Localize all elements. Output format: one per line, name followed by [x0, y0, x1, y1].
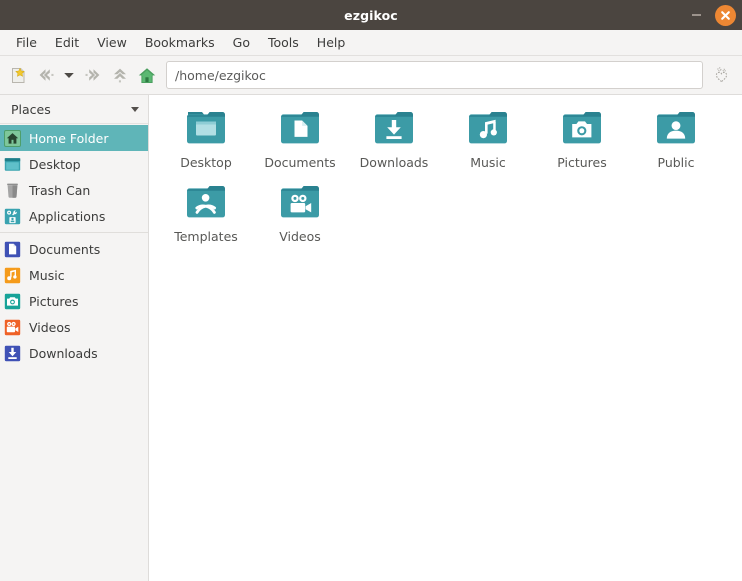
- minimize-icon: [691, 14, 701, 16]
- window-title: ezgikoc: [344, 7, 398, 23]
- folder-downloads-icon: [370, 107, 418, 151]
- path-input[interactable]: /home/ezgikoc: [166, 61, 703, 89]
- menu-file[interactable]: File: [7, 32, 46, 53]
- menu-bookmarks[interactable]: Bookmarks: [136, 32, 224, 53]
- chevron-down-icon: [131, 106, 139, 112]
- new-tab-icon: [12, 67, 25, 83]
- file-item-label: Templates: [174, 229, 238, 244]
- menu-go[interactable]: Go: [224, 32, 259, 53]
- home-button[interactable]: [134, 62, 159, 88]
- bookmark-add-icon: [715, 66, 728, 82]
- menu-edit[interactable]: Edit: [46, 32, 88, 53]
- file-item-documents[interactable]: Documents: [253, 105, 347, 179]
- places-header-label: Places: [11, 101, 51, 117]
- toolbar: /home/ezgikoc: [0, 56, 742, 95]
- sidebar-item-applications[interactable]: Applications: [0, 203, 148, 229]
- forward-button[interactable]: [80, 62, 105, 88]
- folder-documents-icon: [276, 107, 324, 151]
- minimize-button[interactable]: [687, 6, 705, 24]
- bookmark-add-button[interactable]: [709, 62, 734, 88]
- folder-pictures-icon: [558, 107, 606, 151]
- home-icon: [4, 129, 21, 147]
- menu-help[interactable]: Help: [308, 32, 355, 53]
- file-item-label: Pictures: [557, 155, 607, 170]
- new-tab-button[interactable]: [6, 62, 31, 88]
- sidebar-item-documents[interactable]: Documents: [0, 236, 148, 262]
- history-dropdown-button[interactable]: [60, 62, 78, 88]
- file-item-label: Documents: [264, 155, 336, 170]
- up-button[interactable]: [107, 62, 132, 88]
- sidebar-item-label: Applications: [29, 208, 106, 224]
- file-item-public[interactable]: Public: [629, 105, 723, 179]
- videos-icon: [4, 319, 21, 336]
- music-icon: [4, 267, 21, 284]
- sidebar-item-trash-can[interactable]: Trash Can: [0, 177, 148, 203]
- documents-icon: [4, 241, 21, 258]
- file-item-music[interactable]: Music: [441, 105, 535, 179]
- places-list: Home Folder Desktop Trash Can Applicatio…: [0, 124, 148, 366]
- sidebar-item-desktop[interactable]: Desktop: [0, 151, 148, 177]
- folder-videos-icon: [276, 181, 324, 225]
- file-item-label: Videos: [279, 229, 321, 244]
- back-icon: [39, 69, 53, 81]
- file-grid[interactable]: Desktop Documents Downloads Music Pictur…: [149, 95, 742, 581]
- sidebar-item-label: Pictures: [29, 293, 79, 309]
- menu-tools[interactable]: Tools: [259, 32, 308, 53]
- places-sidebar: Places Home Folder Desktop Trash Can App…: [0, 95, 149, 581]
- close-icon: [721, 10, 730, 20]
- file-item-label: Public: [657, 155, 695, 170]
- main-content: Places Home Folder Desktop Trash Can App…: [0, 95, 742, 581]
- sidebar-item-downloads[interactable]: Downloads: [0, 340, 148, 366]
- places-header[interactable]: Places: [0, 95, 148, 124]
- desktop-icon: [4, 156, 21, 173]
- close-button[interactable]: [715, 4, 736, 26]
- sidebar-item-label: Desktop: [29, 156, 81, 172]
- applications-icon: [4, 208, 21, 225]
- file-item-desktop[interactable]: Desktop: [159, 105, 253, 179]
- back-button[interactable]: [33, 62, 58, 88]
- chevron-down-icon: [64, 73, 74, 78]
- window-controls: [687, 4, 736, 26]
- file-item-label: Downloads: [359, 155, 429, 170]
- sidebar-item-videos[interactable]: Videos: [0, 314, 148, 340]
- file-item-videos[interactable]: Videos: [253, 179, 347, 253]
- file-item-downloads[interactable]: Downloads: [347, 105, 441, 179]
- up-icon: [113, 68, 126, 83]
- menubar: File Edit View Bookmarks Go Tools Help: [0, 30, 742, 56]
- file-item-label: Desktop: [180, 155, 232, 170]
- folder-desktop-icon: [182, 107, 230, 151]
- menu-view[interactable]: View: [88, 32, 136, 53]
- sidebar-item-music[interactable]: Music: [0, 262, 148, 288]
- file-item-label: Music: [470, 155, 506, 170]
- window-titlebar: ezgikoc: [0, 0, 742, 30]
- home-icon: [138, 67, 155, 83]
- downloads-icon: [4, 345, 21, 362]
- sidebar-item-label: Downloads: [29, 345, 98, 361]
- sidebar-item-label: Trash Can: [29, 182, 91, 198]
- pictures-icon: [4, 293, 21, 310]
- file-item-pictures[interactable]: Pictures: [535, 105, 629, 179]
- folder-public-icon: [652, 107, 700, 151]
- sidebar-item-label: Documents: [29, 241, 101, 257]
- file-item-templates[interactable]: Templates: [159, 179, 253, 253]
- folder-templates-icon: [182, 181, 230, 225]
- sidebar-divider: [0, 232, 148, 233]
- sidebar-item-pictures[interactable]: Pictures: [0, 288, 148, 314]
- sidebar-item-label: Music: [29, 267, 65, 283]
- forward-icon: [85, 69, 99, 81]
- sidebar-item-label: Home Folder: [29, 130, 109, 146]
- sidebar-item-home-folder[interactable]: Home Folder: [0, 125, 148, 151]
- folder-music-icon: [464, 107, 512, 151]
- sidebar-item-label: Videos: [29, 319, 71, 335]
- trash-icon: [4, 182, 21, 199]
